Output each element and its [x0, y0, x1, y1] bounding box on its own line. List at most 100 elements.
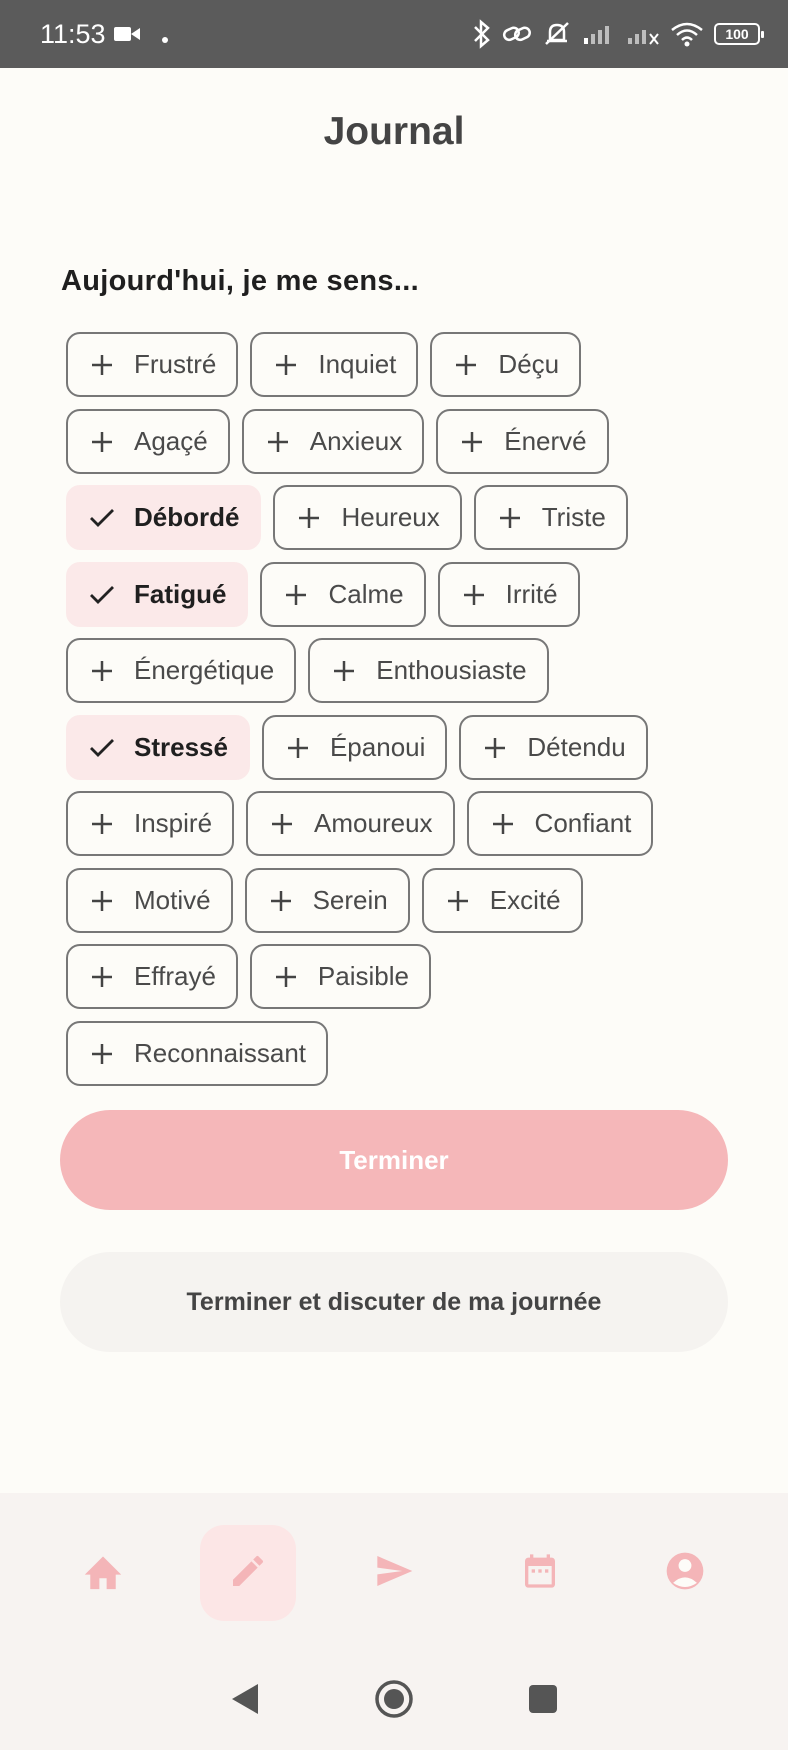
- finish-button[interactable]: Terminer: [60, 1110, 728, 1210]
- check-icon: [88, 581, 116, 609]
- emotion-chip-enthousiaste[interactable]: Enthousiaste: [308, 638, 549, 703]
- emotion-chip-label: Serein: [312, 885, 388, 915]
- emotion-chip-label: Inspiré: [134, 808, 213, 838]
- plus-icon: [267, 887, 295, 915]
- plus-icon: [272, 963, 300, 991]
- nav-item-journal[interactable]: [200, 1525, 297, 1621]
- nav-item-home[interactable]: [55, 1525, 151, 1621]
- emotion-chip-decu[interactable]: Déçu: [430, 332, 582, 397]
- plus-icon: [444, 887, 472, 915]
- emotion-chip-inspire[interactable]: Inspiré: [66, 791, 235, 856]
- emotion-chip-label: Excité: [489, 885, 561, 915]
- chip-row: Motivé Serein Excité: [66, 868, 583, 933]
- emotion-chip-energetique[interactable]: Énergétique: [66, 638, 297, 703]
- plus-icon: [264, 428, 292, 456]
- emotion-chip-inquiet[interactable]: Inquiet: [250, 332, 419, 397]
- emotion-chip-label: Paisible: [317, 961, 409, 991]
- emotion-chip-calme[interactable]: Calme: [260, 562, 426, 627]
- plus-icon: [496, 504, 524, 532]
- status-right: 100: [472, 19, 764, 49]
- status-left: 11:53: [40, 19, 168, 50]
- emotion-chip-detendu[interactable]: Détendu: [459, 715, 648, 780]
- nav-item-calendar[interactable]: [492, 1525, 588, 1621]
- emotion-chip-agace[interactable]: Agaçé: [66, 409, 230, 474]
- plus-icon: [330, 657, 358, 685]
- recents-icon[interactable]: [528, 1684, 558, 1719]
- plus-icon: [88, 428, 116, 456]
- status-time: 11:53: [40, 18, 106, 49]
- emotion-chip-label: Anxieux: [309, 426, 403, 456]
- plus-icon: [295, 504, 323, 532]
- emotion-chip-stresse[interactable]: Stressé: [66, 715, 250, 780]
- emotion-chip-excite[interactable]: Excité: [421, 868, 583, 933]
- battery-level: 100: [725, 26, 749, 42]
- plus-icon: [458, 428, 486, 456]
- emotion-chip-effraye[interactable]: Effrayé: [66, 944, 238, 1009]
- emotion-chip-amoureux[interactable]: Amoureux: [246, 791, 455, 856]
- plus-icon: [489, 810, 517, 838]
- emotion-chip-label: Détendu: [527, 732, 626, 762]
- plus-icon: [88, 963, 116, 991]
- emotion-chip-frustre[interactable]: Frustré: [66, 332, 239, 397]
- chip-row: Fatigué Calme Irrité: [66, 562, 580, 627]
- emotion-chip-label: Épanoui: [329, 732, 426, 762]
- plus-icon: [88, 351, 116, 379]
- link-icon: [502, 22, 532, 46]
- emotion-chip-label: Frustré: [134, 349, 217, 379]
- plus-icon: [481, 734, 509, 762]
- emotion-chip-confiant[interactable]: Confiant: [466, 791, 654, 856]
- plus-icon: [88, 810, 116, 838]
- emotion-chip-paisible[interactable]: Paisible: [249, 944, 431, 1009]
- plus-icon: [88, 887, 116, 915]
- calendar-icon: [520, 1550, 560, 1597]
- signal-off-icon: [626, 22, 660, 46]
- battery-icon: 100: [714, 23, 764, 45]
- emotion-chip-label: Énervé: [504, 426, 587, 456]
- emotion-chip-irrite[interactable]: Irrité: [437, 562, 580, 627]
- check-icon: [88, 734, 116, 762]
- page-title: Journal: [323, 110, 465, 153]
- plus-icon: [88, 1040, 116, 1068]
- system-nav: [0, 1653, 788, 1750]
- emotion-chip-label: Déçu: [498, 349, 560, 379]
- plus-icon: [268, 810, 296, 838]
- home-circle-icon[interactable]: [374, 1679, 414, 1724]
- emotion-chip-fatigue[interactable]: Fatigué: [66, 562, 249, 627]
- status-bar: 11:53 100: [0, 0, 788, 68]
- emotion-chip-deborde[interactable]: Débordé: [66, 485, 262, 550]
- notifications-off-icon: [542, 20, 572, 48]
- finish-and-chat-button[interactable]: Terminer et discuter de ma journée: [60, 1252, 728, 1352]
- nav-item-profile[interactable]: [637, 1525, 733, 1621]
- emotion-chip-label: Heureux: [341, 502, 440, 532]
- emotion-chip-anxieux[interactable]: Anxieux: [241, 409, 425, 474]
- bottom-nav: [0, 1493, 788, 1653]
- chip-row: Effrayé Paisible: [66, 944, 431, 1009]
- plus-icon: [284, 734, 312, 762]
- plus-icon: [88, 657, 116, 685]
- emotion-chip-label: Débordé: [134, 502, 240, 532]
- emotion-chip-epanoui[interactable]: Épanoui: [261, 715, 448, 780]
- emotion-chip-label: Enthousiaste: [376, 655, 527, 685]
- check-icon: [88, 504, 116, 532]
- signal-icon: [582, 22, 616, 46]
- back-icon[interactable]: [230, 1682, 260, 1721]
- bluetooth-icon: [472, 19, 492, 49]
- emotion-chip-serein[interactable]: Serein: [244, 868, 410, 933]
- chip-row: Inspiré Amoureux Confiant: [66, 791, 654, 856]
- nav-item-send[interactable]: [346, 1525, 442, 1621]
- emotion-chip-label: Irrité: [505, 579, 558, 609]
- dot-icon: [161, 19, 168, 50]
- video-camera-icon: [113, 19, 140, 50]
- feelings-prompt: Aujourd'hui, je me sens...: [61, 265, 419, 297]
- send-icon: [372, 1551, 416, 1596]
- emotion-chip-reconnaissant[interactable]: Reconnaissant: [66, 1021, 328, 1086]
- emotion-chip-label: Fatigué: [134, 579, 227, 609]
- emotion-chip-heureux[interactable]: Heureux: [273, 485, 462, 550]
- emotion-chip-label: Calme: [328, 579, 404, 609]
- plus-icon: [282, 581, 310, 609]
- emotion-chip-enerve[interactable]: Énervé: [436, 409, 609, 474]
- emotion-chip-label: Effrayé: [134, 961, 216, 991]
- emotion-chip-motive[interactable]: Motivé: [66, 868, 233, 933]
- emotion-chip-label: Confiant: [534, 808, 632, 838]
- emotion-chip-triste[interactable]: Triste: [473, 485, 628, 550]
